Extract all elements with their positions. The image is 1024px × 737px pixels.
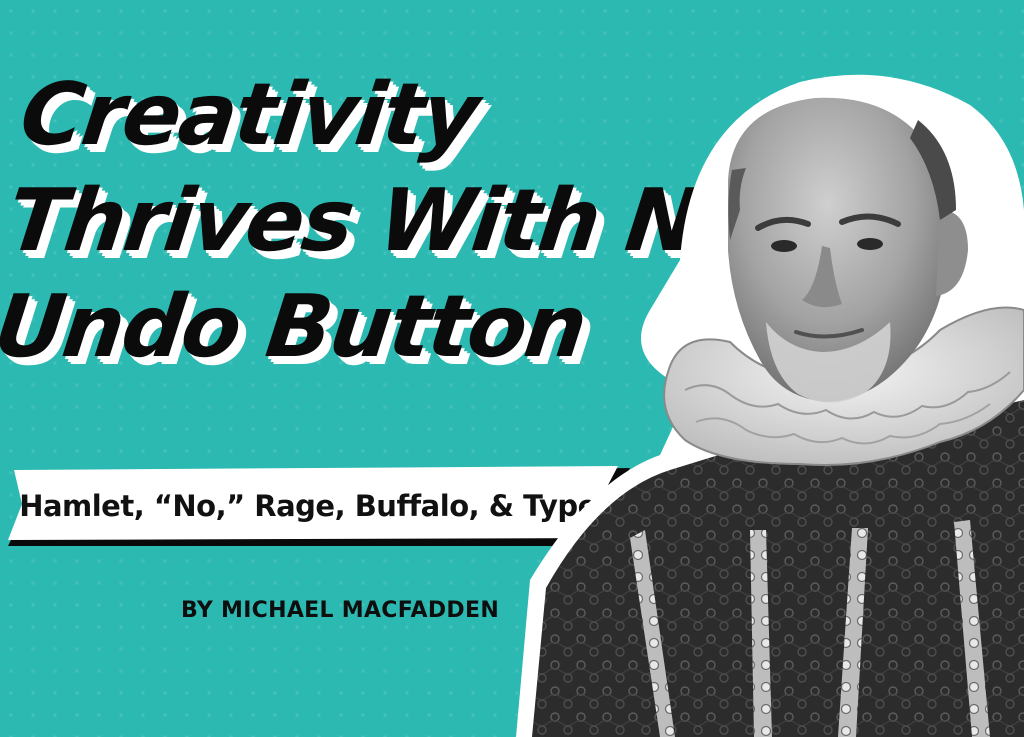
cover-canvas: Creativity Thrives With No Undo Button H…: [0, 0, 1024, 737]
portrait-photo: [516, 74, 1024, 737]
